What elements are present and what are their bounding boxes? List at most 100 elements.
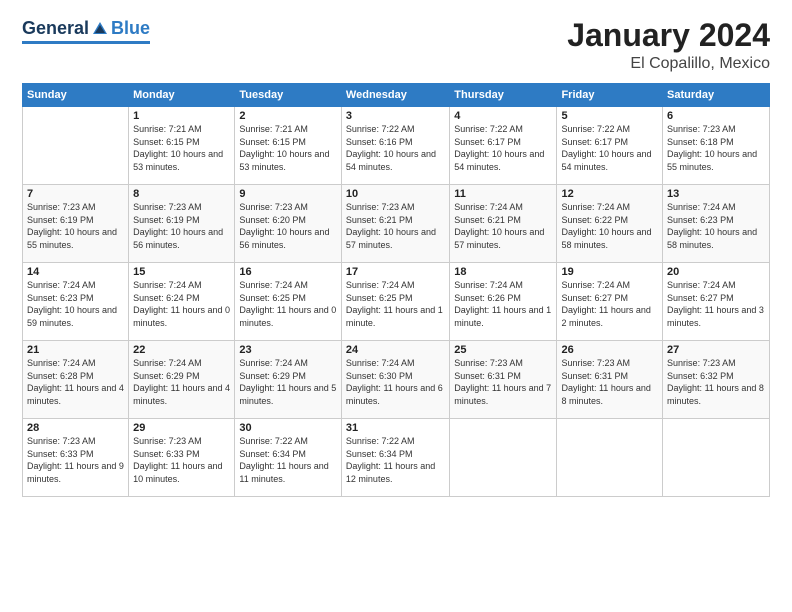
calendar-week-row: 28Sunrise: 7:23 AMSunset: 6:33 PMDayligh… bbox=[23, 419, 770, 497]
day-number: 15 bbox=[133, 266, 230, 278]
day-number: 29 bbox=[133, 422, 230, 434]
table-row: 1Sunrise: 7:21 AMSunset: 6:15 PMDaylight… bbox=[129, 107, 235, 185]
day-info: Sunrise: 7:23 AMSunset: 6:21 PMDaylight:… bbox=[346, 201, 445, 251]
table-row: 3Sunrise: 7:22 AMSunset: 6:16 PMDaylight… bbox=[341, 107, 449, 185]
day-info: Sunrise: 7:24 AMSunset: 6:28 PMDaylight:… bbox=[27, 357, 124, 407]
table-row: 9Sunrise: 7:23 AMSunset: 6:20 PMDaylight… bbox=[235, 185, 342, 263]
calendar-week-row: 21Sunrise: 7:24 AMSunset: 6:28 PMDayligh… bbox=[23, 341, 770, 419]
day-number: 2 bbox=[239, 110, 337, 122]
logo-underline bbox=[22, 41, 150, 44]
col-tuesday: Tuesday bbox=[235, 84, 342, 107]
day-number: 14 bbox=[27, 266, 124, 278]
table-row: 17Sunrise: 7:24 AMSunset: 6:25 PMDayligh… bbox=[341, 263, 449, 341]
day-number: 26 bbox=[561, 344, 658, 356]
table-row: 6Sunrise: 7:23 AMSunset: 6:18 PMDaylight… bbox=[663, 107, 770, 185]
day-info: Sunrise: 7:24 AMSunset: 6:24 PMDaylight:… bbox=[133, 279, 230, 329]
day-number: 6 bbox=[667, 110, 765, 122]
calendar-week-row: 7Sunrise: 7:23 AMSunset: 6:19 PMDaylight… bbox=[23, 185, 770, 263]
table-row: 24Sunrise: 7:24 AMSunset: 6:30 PMDayligh… bbox=[341, 341, 449, 419]
logo-general: General bbox=[22, 18, 89, 39]
day-info: Sunrise: 7:23 AMSunset: 6:19 PMDaylight:… bbox=[27, 201, 124, 251]
day-info: Sunrise: 7:23 AMSunset: 6:33 PMDaylight:… bbox=[133, 435, 230, 485]
table-row: 21Sunrise: 7:24 AMSunset: 6:28 PMDayligh… bbox=[23, 341, 129, 419]
day-info: Sunrise: 7:21 AMSunset: 6:15 PMDaylight:… bbox=[239, 123, 337, 173]
day-info: Sunrise: 7:24 AMSunset: 6:22 PMDaylight:… bbox=[561, 201, 658, 251]
day-number: 12 bbox=[561, 188, 658, 200]
table-row: 11Sunrise: 7:24 AMSunset: 6:21 PMDayligh… bbox=[450, 185, 557, 263]
calendar-week-row: 14Sunrise: 7:24 AMSunset: 6:23 PMDayligh… bbox=[23, 263, 770, 341]
day-info: Sunrise: 7:23 AMSunset: 6:32 PMDaylight:… bbox=[667, 357, 765, 407]
day-info: Sunrise: 7:23 AMSunset: 6:31 PMDaylight:… bbox=[454, 357, 552, 407]
day-number: 19 bbox=[561, 266, 658, 278]
day-info: Sunrise: 7:24 AMSunset: 6:29 PMDaylight:… bbox=[239, 357, 337, 407]
table-row: 14Sunrise: 7:24 AMSunset: 6:23 PMDayligh… bbox=[23, 263, 129, 341]
table-row: 27Sunrise: 7:23 AMSunset: 6:32 PMDayligh… bbox=[663, 341, 770, 419]
day-info: Sunrise: 7:24 AMSunset: 6:27 PMDaylight:… bbox=[667, 279, 765, 329]
day-info: Sunrise: 7:23 AMSunset: 6:33 PMDaylight:… bbox=[27, 435, 124, 485]
col-monday: Monday bbox=[129, 84, 235, 107]
col-thursday: Thursday bbox=[450, 84, 557, 107]
table-row: 5Sunrise: 7:22 AMSunset: 6:17 PMDaylight… bbox=[557, 107, 663, 185]
table-row: 12Sunrise: 7:24 AMSunset: 6:22 PMDayligh… bbox=[557, 185, 663, 263]
table-row: 18Sunrise: 7:24 AMSunset: 6:26 PMDayligh… bbox=[450, 263, 557, 341]
day-info: Sunrise: 7:24 AMSunset: 6:25 PMDaylight:… bbox=[346, 279, 445, 329]
day-info: Sunrise: 7:24 AMSunset: 6:30 PMDaylight:… bbox=[346, 357, 445, 407]
table-row: 26Sunrise: 7:23 AMSunset: 6:31 PMDayligh… bbox=[557, 341, 663, 419]
day-number: 4 bbox=[454, 110, 552, 122]
table-row: 7Sunrise: 7:23 AMSunset: 6:19 PMDaylight… bbox=[23, 185, 129, 263]
title-section: January 2024 El Copalillo, Mexico bbox=[567, 18, 770, 73]
logo-blue: Blue bbox=[111, 18, 150, 39]
day-info: Sunrise: 7:23 AMSunset: 6:18 PMDaylight:… bbox=[667, 123, 765, 173]
table-row: 15Sunrise: 7:24 AMSunset: 6:24 PMDayligh… bbox=[129, 263, 235, 341]
day-number: 13 bbox=[667, 188, 765, 200]
day-number: 18 bbox=[454, 266, 552, 278]
logo-icon bbox=[91, 20, 109, 38]
table-row: 22Sunrise: 7:24 AMSunset: 6:29 PMDayligh… bbox=[129, 341, 235, 419]
day-number: 21 bbox=[27, 344, 124, 356]
table-row: 20Sunrise: 7:24 AMSunset: 6:27 PMDayligh… bbox=[663, 263, 770, 341]
day-info: Sunrise: 7:24 AMSunset: 6:23 PMDaylight:… bbox=[667, 201, 765, 251]
day-info: Sunrise: 7:24 AMSunset: 6:21 PMDaylight:… bbox=[454, 201, 552, 251]
day-number: 10 bbox=[346, 188, 445, 200]
day-number: 3 bbox=[346, 110, 445, 122]
col-saturday: Saturday bbox=[663, 84, 770, 107]
table-row: 30Sunrise: 7:22 AMSunset: 6:34 PMDayligh… bbox=[235, 419, 342, 497]
calendar-table: Sunday Monday Tuesday Wednesday Thursday… bbox=[22, 83, 770, 497]
day-info: Sunrise: 7:24 AMSunset: 6:26 PMDaylight:… bbox=[454, 279, 552, 329]
day-number: 7 bbox=[27, 188, 124, 200]
day-info: Sunrise: 7:22 AMSunset: 6:34 PMDaylight:… bbox=[346, 435, 445, 485]
day-number: 11 bbox=[454, 188, 552, 200]
table-row bbox=[23, 107, 129, 185]
day-number: 22 bbox=[133, 344, 230, 356]
day-info: Sunrise: 7:21 AMSunset: 6:15 PMDaylight:… bbox=[133, 123, 230, 173]
day-number: 28 bbox=[27, 422, 124, 434]
table-row: 13Sunrise: 7:24 AMSunset: 6:23 PMDayligh… bbox=[663, 185, 770, 263]
table-row: 23Sunrise: 7:24 AMSunset: 6:29 PMDayligh… bbox=[235, 341, 342, 419]
header: General Blue January 2024 El Copalillo, … bbox=[22, 18, 770, 73]
table-row: 4Sunrise: 7:22 AMSunset: 6:17 PMDaylight… bbox=[450, 107, 557, 185]
day-info: Sunrise: 7:22 AMSunset: 6:17 PMDaylight:… bbox=[454, 123, 552, 173]
day-number: 1 bbox=[133, 110, 230, 122]
day-number: 9 bbox=[239, 188, 337, 200]
table-row bbox=[450, 419, 557, 497]
table-row: 2Sunrise: 7:21 AMSunset: 6:15 PMDaylight… bbox=[235, 107, 342, 185]
month-title: January 2024 bbox=[567, 18, 770, 53]
day-number: 25 bbox=[454, 344, 552, 356]
day-number: 5 bbox=[561, 110, 658, 122]
day-info: Sunrise: 7:22 AMSunset: 6:34 PMDaylight:… bbox=[239, 435, 337, 485]
location-title: El Copalillo, Mexico bbox=[567, 55, 770, 73]
day-info: Sunrise: 7:22 AMSunset: 6:17 PMDaylight:… bbox=[561, 123, 658, 173]
table-row: 25Sunrise: 7:23 AMSunset: 6:31 PMDayligh… bbox=[450, 341, 557, 419]
day-info: Sunrise: 7:22 AMSunset: 6:16 PMDaylight:… bbox=[346, 123, 445, 173]
calendar-week-row: 1Sunrise: 7:21 AMSunset: 6:15 PMDaylight… bbox=[23, 107, 770, 185]
table-row: 16Sunrise: 7:24 AMSunset: 6:25 PMDayligh… bbox=[235, 263, 342, 341]
table-row: 31Sunrise: 7:22 AMSunset: 6:34 PMDayligh… bbox=[341, 419, 449, 497]
day-info: Sunrise: 7:24 AMSunset: 6:29 PMDaylight:… bbox=[133, 357, 230, 407]
day-number: 24 bbox=[346, 344, 445, 356]
day-number: 17 bbox=[346, 266, 445, 278]
page: General Blue January 2024 El Copalillo, … bbox=[0, 0, 792, 612]
day-number: 27 bbox=[667, 344, 765, 356]
day-info: Sunrise: 7:23 AMSunset: 6:31 PMDaylight:… bbox=[561, 357, 658, 407]
col-wednesday: Wednesday bbox=[341, 84, 449, 107]
table-row bbox=[663, 419, 770, 497]
